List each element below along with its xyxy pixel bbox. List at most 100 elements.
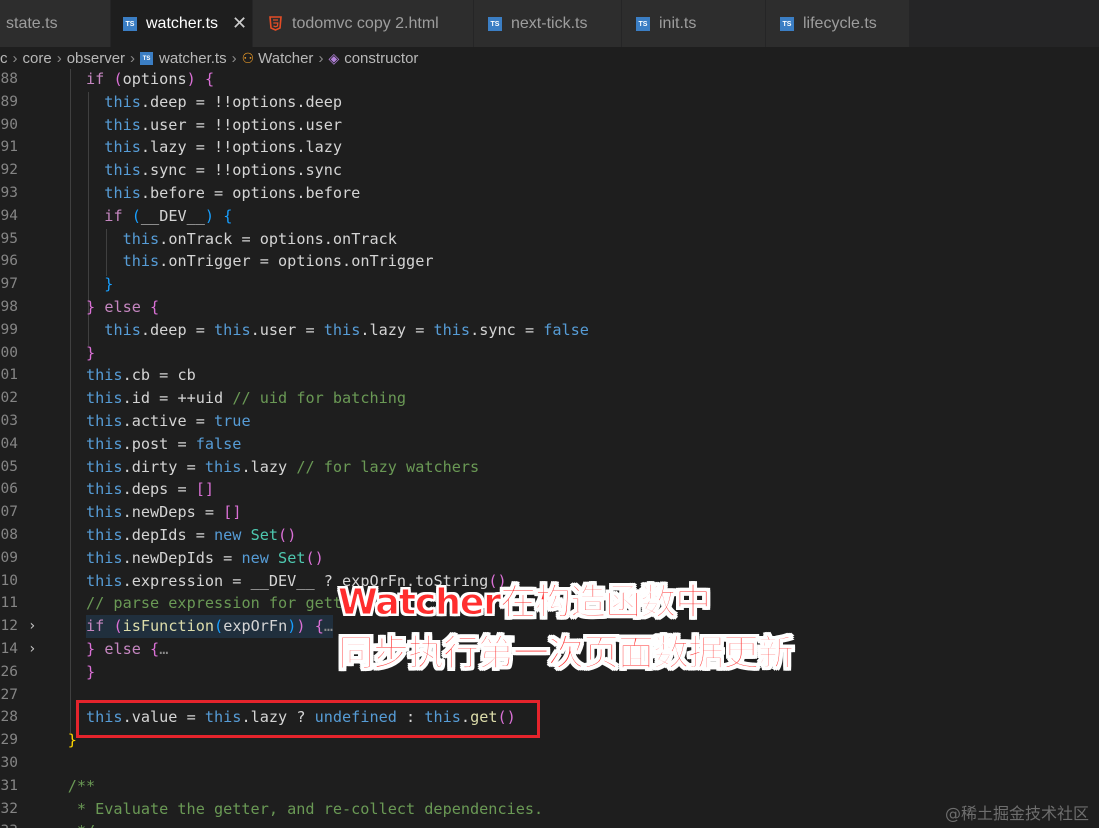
code-line[interactable]: 09 this.newDepIds = new Set() <box>0 547 1099 570</box>
code-line[interactable]: 32 * Evaluate the getter, and re-collect… <box>0 798 1099 821</box>
line-number: 03 <box>0 413 18 429</box>
line-number: 90 <box>0 116 18 133</box>
html-file-icon <box>269 16 282 31</box>
code-line[interactable]: 02 this.id = ++uid // uid for batching <box>0 387 1099 410</box>
tab-init-ts[interactable]: TS init.ts <box>622 0 766 47</box>
code-text: } <box>86 662 96 681</box>
code-text: * Evaluate the getter, and re-collect de… <box>67 799 544 818</box>
breadcrumb-src[interactable]: c <box>0 50 8 67</box>
line-number: 27 <box>0 686 18 703</box>
breadcrumb-core[interactable]: core <box>23 50 52 67</box>
code-text: this.deps = [] <box>86 480 215 499</box>
code-line[interactable]: 05 this.dirty = this.lazy // for lazy wat… <box>0 456 1099 479</box>
code-text: this.before = options.before <box>104 184 361 202</box>
code-text: this.lazy = !!options.lazy <box>104 138 343 157</box>
line-number: 02 <box>0 390 18 407</box>
code-text: } <box>104 275 114 294</box>
code-line[interactable]: 93 this.before = options.before <box>0 182 1099 205</box>
code-line[interactable]: 00} <box>0 342 1099 365</box>
code-line[interactable]: 04 this.post = false <box>0 433 1099 456</box>
line-number: 33 <box>0 820 18 828</box>
code-line[interactable]: 08 this.depIds = new Set() <box>0 524 1099 547</box>
typescript-file-icon: TS <box>140 51 154 65</box>
caption-line-1: Watcher在构造函数中 <box>337 582 711 624</box>
tab-lifecycle-ts[interactable]: TS lifecycle.ts <box>766 0 910 47</box>
code-text: // parse expression for getter <box>86 594 361 613</box>
line-number: 96 <box>0 253 18 270</box>
code-text: } else {… <box>86 640 169 658</box>
tab-label: todomvc copy 2.html <box>292 14 439 32</box>
line-number: 07 <box>0 504 18 521</box>
code-text: if (__DEV__) { <box>104 206 233 225</box>
line-number: 29 <box>0 732 18 749</box>
code-text: this.sync = !!options.sync <box>104 161 343 180</box>
code-text: this.depIds = new Set() <box>86 526 297 544</box>
line-number: 06 <box>0 481 18 498</box>
tab-next-tick-ts[interactable]: TS next-tick.ts <box>474 0 622 47</box>
code-text: if (options) { <box>86 70 215 88</box>
code-line[interactable]: 91 this.lazy = !!options.lazy <box>0 136 1099 159</box>
code-line[interactable]: 07 this.newDeps = [] <box>0 501 1099 524</box>
code-line[interactable]: 95 this.onTrack = options.onTrack <box>0 228 1099 251</box>
code-line[interactable]: 01 this.cb = cb <box>0 364 1099 387</box>
line-number: 26 <box>0 663 18 680</box>
line-number: 93 <box>0 185 18 201</box>
code-line[interactable]: 96 this.onTrigger = options.onTrigger <box>0 250 1099 273</box>
line-number: 11 <box>0 595 18 612</box>
tab-todomvc-html[interactable]: todomvc copy 2.html <box>253 0 474 47</box>
close-tab-icon[interactable]: ✕ <box>232 13 247 34</box>
code-text: this.active = true <box>86 412 251 430</box>
tab-label: next-tick.ts <box>511 14 588 32</box>
breadcrumb-observer[interactable]: observer <box>67 50 125 67</box>
code-text: this.user = !!options.user <box>104 115 343 134</box>
breadcrumb-class[interactable]: Watcher <box>258 50 313 67</box>
tab-label: state.ts <box>6 14 58 32</box>
highlight-box <box>76 700 540 738</box>
fold-chevron-icon[interactable]: › <box>28 615 36 638</box>
code-text: this.cb = cb <box>86 366 196 385</box>
fold-chevron-icon[interactable]: › <box>28 638 36 661</box>
line-number: 09 <box>0 549 18 566</box>
line-number: 31 <box>0 777 18 794</box>
line-number: 10 <box>0 572 18 589</box>
code-line[interactable]: 98 } else { <box>0 296 1099 319</box>
code-text: this.newDepIds = new Set() <box>86 548 324 567</box>
tab-state-ts[interactable]: state.ts <box>0 0 111 47</box>
line-number: 92 <box>0 162 18 179</box>
breadcrumb-member[interactable]: constructor <box>344 50 418 67</box>
code-line[interactable]: 97} <box>0 273 1099 296</box>
typescript-file-icon: TS <box>780 16 794 31</box>
chevron-right-icon: › <box>56 49 62 67</box>
line-number: 97 <box>0 276 18 293</box>
code-line[interactable]: 31 /** <box>0 775 1099 798</box>
tab-watcher-ts[interactable]: TS watcher.ts ✕ <box>111 0 253 47</box>
line-number: 89 <box>0 93 18 110</box>
line-number: 04 <box>0 435 18 452</box>
code-text: /** <box>67 776 96 795</box>
code-line[interactable]: 89 this.deep = !!options.deep <box>0 91 1099 114</box>
breadcrumb-file[interactable]: watcher.ts <box>159 50 227 67</box>
code-text: this.dirty = this.lazy // for lazy watch… <box>86 457 480 476</box>
code-line[interactable]: 03 this.active = true <box>0 410 1099 433</box>
typescript-file-icon: TS <box>636 16 650 31</box>
code-line[interactable]: 92 this.sync = !!options.sync <box>0 159 1099 182</box>
line-number: 32 <box>0 800 18 817</box>
code-text: this.newDeps = [] <box>86 503 242 522</box>
code-line[interactable]: 90 this.user = !!options.user <box>0 114 1099 137</box>
code-line[interactable]: 88 if (options) { <box>0 69 1099 91</box>
code-text: if (isFunction(expOrFn)) {… <box>86 615 333 638</box>
code-line[interactable]: 33 */ <box>0 820 1099 828</box>
editor-tab-bar: state.ts TS watcher.ts ✕ todomvc copy 2.… <box>0 0 1099 47</box>
line-number: 99 <box>0 321 18 338</box>
line-number: 98 <box>0 299 18 315</box>
code-line[interactable]: 99 this.deep = this.user = this.lazy = th… <box>0 319 1099 342</box>
code-text: this.deep = this.user = this.lazy = this… <box>104 320 589 339</box>
tab-label: watcher.ts <box>146 14 219 32</box>
code-text: } else { <box>86 298 160 316</box>
code-line[interactable]: 06 this.deps = [] <box>0 478 1099 501</box>
chevron-right-icon: › <box>12 49 18 67</box>
code-text: this.id = ++uid // uid for batching <box>86 389 407 408</box>
chevron-right-icon: › <box>231 49 237 67</box>
code-line[interactable]: 94 if (__DEV__) { <box>0 205 1099 228</box>
code-line[interactable]: 30 <box>0 752 1099 775</box>
